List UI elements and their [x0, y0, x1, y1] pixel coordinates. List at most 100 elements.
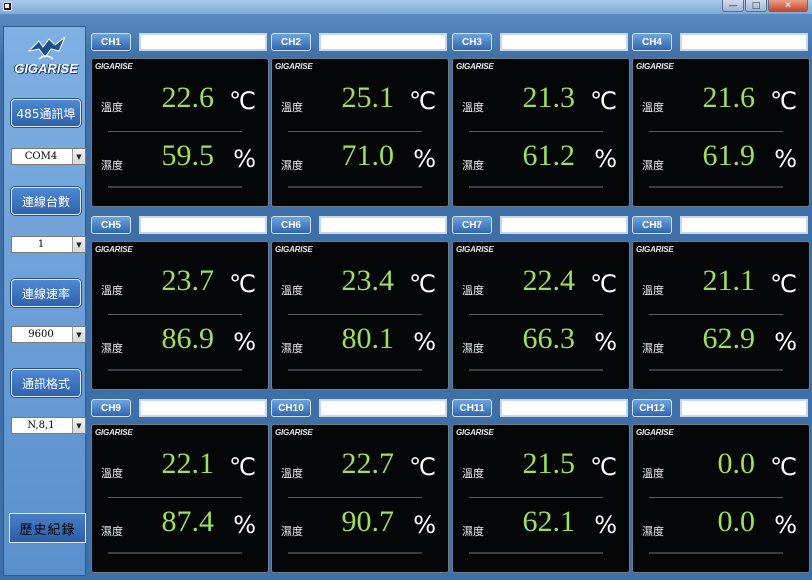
channel-tile: CH6 GIGARISE 溫度 23.4 ℃ 濕度 80.1%: [271, 213, 449, 392]
channel-label[interactable]: CH12: [632, 399, 672, 417]
baud-rate-value: 9600: [28, 329, 54, 340]
channel-label[interactable]: CH8: [632, 216, 672, 234]
maximize-button[interactable]: □: [745, 0, 767, 12]
humidity-value: 86.9: [161, 322, 215, 355]
channel-header: CH9: [91, 396, 269, 420]
channel-name-field[interactable]: [319, 216, 447, 234]
channel-name-field[interactable]: [500, 33, 628, 51]
chevron-down-icon[interactable]: ▼: [72, 327, 85, 342]
channel-tile: CH4 GIGARISE 溫度 21.6 ℃ 濕度 61.9%: [632, 30, 810, 209]
separator: [288, 552, 422, 554]
channel-label[interactable]: CH4: [632, 33, 672, 51]
channel-label[interactable]: CH1: [91, 33, 131, 51]
separator: [108, 131, 242, 132]
channel-display: GIGARISE 溫度 21.1 ℃ 濕度 62.9%: [632, 241, 810, 390]
humidity-value: 0.0: [717, 505, 756, 538]
humidity-value: 90.7: [341, 505, 395, 538]
channel-name-field[interactable]: [139, 216, 267, 234]
format-select[interactable]: N,8,1 ▼: [11, 417, 86, 434]
channel-label[interactable]: CH5: [91, 216, 131, 234]
temperature-unit: ℃: [409, 270, 436, 298]
separator: [288, 131, 422, 132]
format-value: N,8,1: [27, 420, 55, 431]
channel-name-field[interactable]: [319, 399, 447, 417]
channel-tile: CH11 GIGARISE 溫度 21.5 ℃ 濕度 62.1%: [452, 396, 630, 575]
humidity-unit: %: [233, 328, 256, 356]
temperature-value: 21.6: [702, 81, 756, 114]
separator: [649, 497, 783, 498]
chevron-down-icon[interactable]: ▼: [72, 149, 85, 164]
temperature-unit: ℃: [229, 453, 256, 481]
separator: [108, 186, 242, 188]
temperature-label: 溫度: [642, 101, 664, 114]
humidity-value: 61.9: [702, 139, 756, 172]
channel-name-field[interactable]: [139, 33, 267, 51]
channel-name-field[interactable]: [319, 33, 447, 51]
temperature-unit: ℃: [409, 453, 436, 481]
device-count-value: 1: [37, 239, 45, 250]
channel-brand: GIGARISE: [275, 428, 313, 437]
title-bar: — □ ✕: [0, 0, 812, 14]
device-count-button[interactable]: 連線台數: [11, 187, 81, 215]
channel-display: GIGARISE 溫度 21.3 ℃ 濕度 61.2%: [452, 58, 630, 207]
temperature-unit: ℃: [770, 453, 797, 481]
channel-label[interactable]: CH11: [452, 399, 492, 417]
chevron-down-icon[interactable]: ▼: [72, 237, 85, 252]
channel-label[interactable]: CH2: [271, 33, 311, 51]
minimize-button[interactable]: —: [722, 0, 744, 12]
temperature-unit: ℃: [590, 270, 617, 298]
channel-name-field[interactable]: [680, 216, 808, 234]
channel-label[interactable]: CH6: [271, 216, 311, 234]
channel-label[interactable]: CH9: [91, 399, 131, 417]
channel-label[interactable]: CH10: [271, 399, 311, 417]
maximize-icon: □: [751, 0, 761, 11]
temperature-unit: ℃: [229, 87, 256, 115]
channel-name-field[interactable]: [680, 399, 808, 417]
minimize-icon: —: [728, 0, 738, 11]
temperature-unit: ℃: [590, 453, 617, 481]
channel-brand: GIGARISE: [275, 62, 313, 71]
channel-label[interactable]: CH7: [452, 216, 492, 234]
separator: [649, 314, 783, 315]
baud-rate-select[interactable]: 9600 ▼: [11, 326, 86, 343]
channel-brand: GIGARISE: [456, 428, 494, 437]
brand-name: GIGARISE: [14, 61, 78, 76]
temperature-value: 23.7: [161, 264, 215, 297]
humidity-label: 濕度: [462, 342, 484, 355]
channel-header: CH10: [271, 396, 449, 420]
channel-label[interactable]: CH3: [452, 33, 492, 51]
temperature-label: 溫度: [462, 467, 484, 480]
channel-brand: GIGARISE: [95, 428, 133, 437]
separator: [469, 131, 603, 132]
chevron-down-icon[interactable]: ▼: [72, 418, 85, 433]
baud-rate-button[interactable]: 連線速率: [11, 279, 81, 307]
humidity-unit: %: [413, 511, 436, 539]
separator: [469, 369, 603, 371]
separator: [288, 314, 422, 315]
channel-tile: CH5 GIGARISE 溫度 23.7 ℃ 濕度 86.9%: [91, 213, 269, 392]
channel-display: GIGARISE 溫度 22.1 ℃ 濕度 87.4%: [91, 424, 269, 573]
humidity-unit: %: [774, 328, 797, 356]
temperature-label: 溫度: [101, 467, 123, 480]
app-icon[interactable]: [3, 2, 12, 11]
channel-name-field[interactable]: [500, 216, 628, 234]
port-select[interactable]: COM4 ▼: [11, 148, 86, 165]
close-button[interactable]: ✕: [768, 0, 808, 12]
channel-brand: GIGARISE: [636, 62, 674, 71]
separator: [288, 186, 422, 188]
channel-name-field[interactable]: [500, 399, 628, 417]
separator: [288, 369, 422, 371]
device-count-select[interactable]: 1 ▼: [11, 236, 86, 253]
channel-name-field[interactable]: [139, 399, 267, 417]
format-button[interactable]: 通訊格式: [11, 369, 81, 397]
temperature-label: 溫度: [462, 284, 484, 297]
channel-display: GIGARISE 溫度 23.7 ℃ 濕度 86.9%: [91, 241, 269, 390]
port-select-value: COM4: [24, 151, 58, 162]
port-button[interactable]: 485通訊埠: [11, 99, 81, 127]
history-button[interactable]: 歷史紀錄: [9, 513, 86, 543]
channel-header: CH5: [91, 213, 269, 237]
channel-tile: CH12 GIGARISE 溫度 0.0 ℃ 濕度 0.0%: [632, 396, 810, 575]
channel-header: CH7: [452, 213, 630, 237]
channel-name-field[interactable]: [680, 33, 808, 51]
app-window: — □ ✕ GIGARISE 485通訊埠 COM4 ▼ 連線台數 1 ▼ 連線…: [0, 0, 812, 580]
